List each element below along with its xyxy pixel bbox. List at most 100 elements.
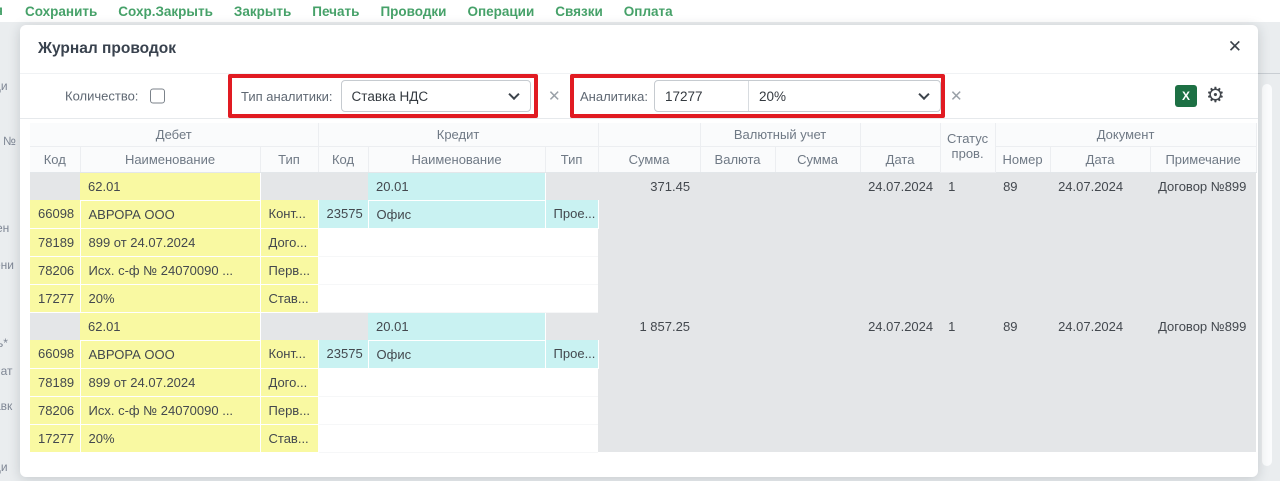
cell	[545, 284, 598, 312]
analytics-compound-control: 20%	[654, 80, 941, 112]
cell: 20%	[80, 424, 260, 452]
posting-detail-row[interactable]: 78206Исх. с-ф № 24070090 ...Перв...	[30, 256, 1256, 284]
analytics-value: 20%	[749, 89, 786, 104]
toolbar-item[interactable]: Печать	[312, 4, 359, 19]
cell	[1150, 368, 1256, 396]
cell	[368, 368, 545, 396]
cell: 17277	[30, 424, 80, 452]
posting-detail-row[interactable]: 1727720%Став...	[30, 284, 1256, 312]
toolbar-item[interactable]: Операции	[467, 4, 534, 19]
cell: Офис	[368, 340, 545, 368]
cell	[1150, 200, 1256, 228]
cell: 62.01	[80, 312, 260, 340]
cell	[1150, 228, 1256, 256]
cell	[860, 228, 940, 256]
cell	[775, 424, 860, 452]
cell	[995, 200, 1050, 228]
page-scrollbar[interactable]	[1262, 84, 1272, 466]
posting-detail-row[interactable]: 1727720%Став...	[30, 424, 1256, 452]
posting-main-row[interactable]: 62.0120.01371.4524.07.202418924.07.2024Д…	[30, 172, 1256, 200]
toolbar-item[interactable]: Оплата	[624, 4, 673, 19]
cell	[598, 200, 700, 228]
cell	[775, 200, 860, 228]
cell: Перв...	[260, 396, 318, 424]
header-credit: Кредит	[318, 123, 598, 146]
cell	[545, 368, 598, 396]
background-text-fragment: ени	[0, 258, 14, 272]
cell: 89	[995, 172, 1050, 200]
cell: 24.07.2024	[860, 312, 940, 340]
cell	[700, 284, 775, 312]
clear-analytics-type-icon[interactable]: ✕	[548, 87, 561, 105]
cell	[545, 228, 598, 256]
toolbar-item[interactable]: Сохранить	[25, 4, 97, 19]
cell: Прое...	[545, 340, 598, 368]
posting-detail-row[interactable]: 66098АВРОРА ОООКонт...23575ОфисПрое...	[30, 340, 1256, 368]
cell: 20%	[80, 284, 260, 312]
cell	[940, 200, 995, 228]
cell	[700, 396, 775, 424]
cell	[700, 424, 775, 452]
cell	[598, 368, 700, 396]
analytics-code-input[interactable]	[655, 81, 749, 111]
excel-export-button[interactable]: X	[1175, 85, 1197, 107]
cell: 23575	[318, 340, 368, 368]
cell	[1050, 424, 1150, 452]
filter-bar: Количество: Тип аналитики: Ставка НДС ✕ …	[20, 73, 1258, 119]
toolbar-item[interactable]: Связки	[555, 4, 603, 19]
cell: 23575	[318, 200, 368, 228]
toolbar-item[interactable]: Проводки	[380, 4, 446, 19]
cell	[860, 396, 940, 424]
cell	[545, 312, 598, 340]
cell: 24.07.2024	[1050, 312, 1150, 340]
col-header: Код	[318, 146, 368, 172]
analytics-type-value: Ставка НДС	[342, 89, 429, 104]
cell	[545, 172, 598, 200]
cell: Договор №899	[1150, 312, 1256, 340]
cell: Дого...	[260, 228, 318, 256]
close-icon[interactable]: ✕	[1228, 37, 1242, 57]
cell: Перв...	[260, 256, 318, 284]
cell	[700, 340, 775, 368]
cell: 66098	[30, 340, 80, 368]
posting-detail-row[interactable]: 66098АВРОРА ОООКонт...23575ОфисПрое...	[30, 200, 1256, 228]
cell	[700, 256, 775, 284]
cell	[318, 284, 368, 312]
posting-main-row[interactable]: 62.0120.011 857.2524.07.202418924.07.202…	[30, 312, 1256, 340]
cell: АВРОРА ООО	[80, 340, 260, 368]
header-document: Документ	[995, 123, 1256, 146]
cell	[1050, 200, 1150, 228]
cell	[318, 256, 368, 284]
cell	[775, 256, 860, 284]
cell	[940, 424, 995, 452]
cell	[545, 256, 598, 284]
journal-table: Дебет Кредит Валютный учет Статус пров. …	[30, 123, 1257, 453]
modal-title: Журнал проводок	[38, 40, 176, 58]
col-header: Наименование	[80, 146, 260, 172]
posting-detail-row[interactable]: 78189899 от 24.07.2024Дого...	[30, 228, 1256, 256]
cell	[598, 340, 700, 368]
cell	[1150, 256, 1256, 284]
posting-detail-row[interactable]: 78206Исх. с-ф № 24070090 ...Перв...	[30, 396, 1256, 424]
posting-detail-row[interactable]: 78189899 от 24.07.2024Дого...	[30, 368, 1256, 396]
cell	[860, 256, 940, 284]
col-header: Наименование	[368, 146, 545, 172]
background-text-fragment: ци	[0, 460, 8, 474]
gear-icon[interactable]: ⚙	[1206, 83, 1225, 108]
cell	[700, 312, 775, 340]
toolbar-item[interactable]: Закрыть	[234, 4, 291, 19]
header-group-row: Дебет Кредит Валютный учет Статус пров. …	[30, 123, 1256, 146]
quantity-checkbox[interactable]	[150, 89, 165, 104]
cell: 1	[940, 172, 995, 200]
cell	[1150, 396, 1256, 424]
cell	[368, 424, 545, 452]
analytics-type-select[interactable]: Ставка НДС	[341, 80, 531, 112]
clear-analytics-icon[interactable]: ✕	[950, 87, 963, 105]
cell	[860, 368, 940, 396]
col-header: Сумма	[598, 146, 700, 172]
cell: Исх. с-ф № 24070090 ...	[80, 396, 260, 424]
cell: Конт...	[260, 200, 318, 228]
cell	[995, 368, 1050, 396]
cell: 78189	[30, 228, 80, 256]
toolbar-item[interactable]: Сохр.Закрыть	[118, 4, 213, 19]
